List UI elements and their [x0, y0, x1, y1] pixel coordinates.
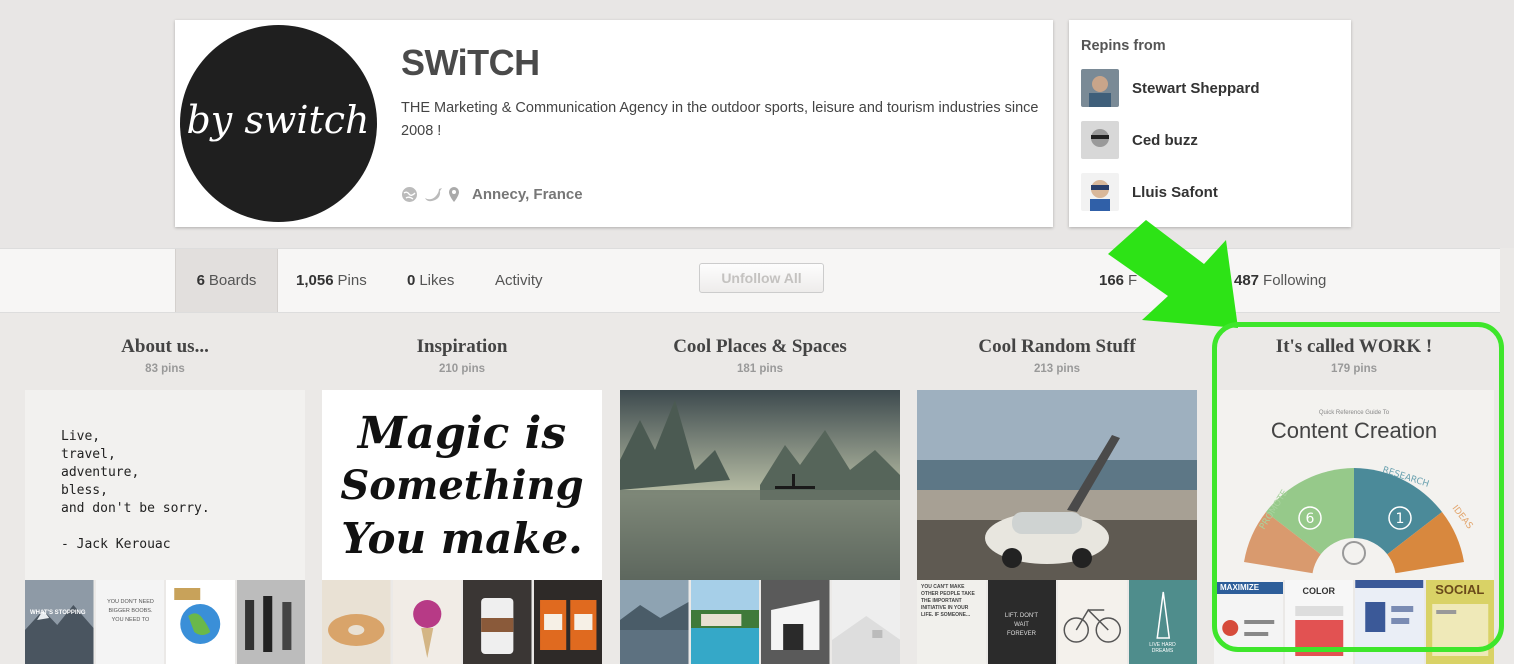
board-cover[interactable]: Quick Reference Guide To Content Creatio…: [1214, 390, 1494, 580]
thumb-caption: LIFT. DON'T WAIT FOREVER: [1004, 613, 1039, 637]
board-title[interactable]: Cool Random Stuff: [917, 336, 1197, 358]
content-wheel-graphic: 6 1 RESEARCH PROMOTE IDEAS: [1244, 465, 1475, 580]
board-title[interactable]: Cool Places & Spaces: [620, 336, 900, 358]
cover-quote-text: Live, travel, adventure, bless, and don'…: [61, 429, 210, 552]
board-thumbnail[interactable]: [1355, 580, 1424, 664]
globe-icon[interactable]: [401, 186, 418, 203]
board-thumbnails: [322, 580, 602, 664]
board-thumbnail[interactable]: MAXIMIZE: [1214, 580, 1283, 664]
board-thumbnail[interactable]: LIVE HARD DREAMS: [1128, 580, 1197, 664]
board-thumbnail[interactable]: [392, 580, 461, 664]
repin-user-name[interactable]: Ced buzz: [1132, 132, 1198, 149]
cover-lettering: You make.: [341, 514, 583, 563]
thumb-caption: YOU DON'T NEED BIGGER BOOBS. YOU NEED TO: [107, 599, 154, 623]
board-cover[interactable]: Live, travel, adventure, bless, and don'…: [25, 390, 305, 580]
likes-label: Likes: [419, 272, 455, 289]
boards-label: Boards: [208, 272, 257, 289]
board-title[interactable]: It's called WORK !: [1214, 336, 1494, 358]
profile-name: SWiTCH: [401, 42, 540, 83]
wheel-label: IDEAS: [1450, 504, 1475, 532]
board-cover[interactable]: Magic is Something You make.: [322, 390, 602, 580]
thumb-caption: MAXIMIZE: [1220, 583, 1260, 592]
pins-count: 1,056: [296, 272, 334, 289]
thumb-caption: WHAT'S STOPPING: [30, 610, 86, 616]
board-thumbnail[interactable]: COLOR: [1284, 580, 1353, 664]
board-thumbnail[interactable]: [166, 580, 235, 664]
thumb-caption: COLOR: [1302, 586, 1336, 596]
board-pin-count: 213 pins: [1033, 363, 1081, 375]
board-pin-count: 210 pins: [438, 363, 486, 375]
board-thumbnail[interactable]: LIFT. DON'T WAIT FOREVER: [987, 580, 1056, 664]
board-thumbnails: WHAT'S STOPPING YOU DON'T NEED BIGGER BO…: [25, 580, 305, 664]
repins-title: Repins from: [1081, 38, 1166, 54]
thumb-caption: SOCIAL: [1435, 582, 1485, 597]
board-title[interactable]: Inspiration: [322, 336, 602, 358]
board-thumbnails: [620, 580, 900, 664]
annotation-arrow-icon: [1108, 220, 1238, 328]
repins-card: Repins from Stewart Sheppard Ced buzz Ll…: [1069, 20, 1351, 227]
activity-label: Activity: [495, 272, 543, 289]
board-thumbnail[interactable]: YOU CAN'T MAKE OTHER PEOPLE TAKE THE IMP…: [917, 580, 986, 664]
board-thumbnail[interactable]: [620, 580, 689, 664]
board-thumbnail[interactable]: WHAT'S STOPPING: [25, 580, 94, 664]
profile-card: by switch SWiTCH THE Marketing & Communi…: [175, 20, 1053, 227]
repin-user[interactable]: Stewart Sheppard: [1081, 69, 1260, 107]
user-avatar[interactable]: [1081, 121, 1119, 159]
board-thumbnail[interactable]: [533, 580, 602, 664]
board-thumbnail[interactable]: [236, 580, 305, 664]
profile-nav-bar: 6 Boards 1,056 Pins 0 Likes Activity Unf…: [0, 248, 1500, 313]
tab-activity[interactable]: Activity: [495, 249, 543, 312]
board-pin-count: 181 pins: [736, 363, 784, 375]
board-thumbnail[interactable]: [831, 580, 900, 664]
twitter-icon[interactable]: [424, 186, 442, 203]
board-pin-count: 83 pins: [145, 363, 185, 375]
unfollow-all-button[interactable]: Unfollow All: [699, 263, 824, 293]
board-thumbnail[interactable]: YOU DON'T NEED BIGGER BOOBS. YOU NEED TO: [95, 580, 164, 664]
tab-pins[interactable]: 1,056 Pins: [296, 249, 367, 312]
board-thumbnail[interactable]: [690, 580, 759, 664]
landscape-image: [620, 390, 900, 580]
wheel-number: 1: [1396, 511, 1405, 527]
board-thumbnail[interactable]: [463, 580, 532, 664]
beach-car-image: [917, 390, 1197, 580]
location-pin-icon: [447, 186, 464, 203]
wheel-number: 6: [1306, 511, 1315, 527]
likes-count: 0: [407, 272, 416, 289]
cover-lettering: Magic is: [357, 408, 567, 459]
cover-lettering: Something: [340, 462, 584, 509]
board-thumbnails: YOU CAN'T MAKE OTHER PEOPLE TAKE THE IMP…: [917, 580, 1197, 664]
avatar-logo-text: by switch: [186, 98, 369, 142]
repin-user[interactable]: Ced buzz: [1081, 121, 1198, 159]
board-cover[interactable]: [620, 390, 900, 580]
repin-user-name[interactable]: Lluis Safont: [1132, 184, 1218, 201]
board-thumbnails: MAXIMIZE COLOR SOCIAL: [1214, 580, 1494, 664]
repin-user[interactable]: Lluis Safont: [1081, 173, 1218, 211]
board-thumbnail[interactable]: [1058, 580, 1127, 664]
board-pin-count: 179 pins: [1330, 363, 1378, 375]
tab-likes[interactable]: 0 Likes: [407, 249, 454, 312]
profile-links: Annecy, France: [401, 186, 583, 203]
thumb-caption: LIVE HARD DREAMS: [1149, 642, 1176, 654]
board-thumbnail[interactable]: SOCIAL: [1425, 580, 1494, 664]
board-title[interactable]: About us...: [25, 336, 305, 358]
following-label: Following: [1263, 272, 1327, 289]
thumb-caption: YOU CAN'T MAKE OTHER PEOPLE TAKE THE IMP…: [921, 584, 975, 618]
pins-label: Pins: [337, 272, 367, 289]
tab-boards[interactable]: 6 Boards: [175, 249, 278, 312]
profile-description: THE Marketing & Communication Agency in …: [401, 100, 1039, 139]
board-thumbnail[interactable]: [761, 580, 830, 664]
board-cover[interactable]: [917, 390, 1197, 580]
avatar[interactable]: by switch: [180, 25, 377, 222]
boards-count: 6: [196, 272, 205, 289]
user-avatar[interactable]: [1081, 69, 1119, 107]
board-thumbnail[interactable]: [322, 580, 391, 664]
repin-user-name[interactable]: Stewart Sheppard: [1132, 80, 1260, 97]
user-avatar[interactable]: [1081, 173, 1119, 211]
profile-location[interactable]: Annecy, France: [472, 186, 583, 203]
